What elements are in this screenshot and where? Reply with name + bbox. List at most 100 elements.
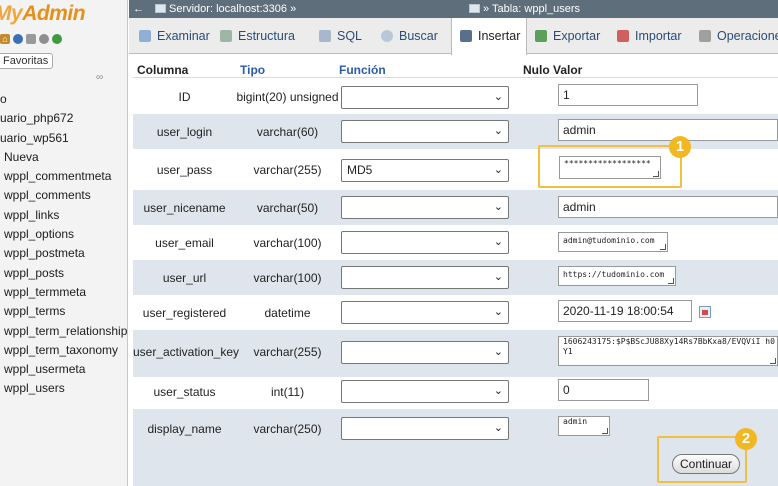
database-tree: o uario_php672 uario_wp561 Nueva wppl_co… (0, 90, 127, 399)
tree-item[interactable]: wppl_commentmeta (0, 167, 127, 186)
reload-icon[interactable] (52, 34, 62, 44)
home-icon[interactable]: ⌂ (0, 34, 10, 44)
tree-item[interactable]: wppl_postmeta (0, 244, 127, 263)
header-function[interactable]: Función (339, 63, 386, 77)
function-select[interactable]: ⌄ (341, 380, 509, 403)
column-type: varchar(255) (253, 345, 322, 359)
function-select[interactable]: ⌄ (341, 196, 509, 219)
step-badge-2: 2 (735, 428, 757, 450)
browse-icon (139, 30, 151, 42)
value-textarea[interactable]: admin (558, 416, 610, 436)
sql-icon (319, 30, 331, 42)
function-select[interactable]: ⌄ (341, 301, 509, 324)
documentation-icon[interactable] (26, 34, 36, 44)
tree-item[interactable]: wppl_terms (0, 302, 127, 321)
insert-icon (460, 30, 472, 42)
function-select[interactable]: ⌄ (341, 120, 509, 143)
link-icon[interactable]: ∞ (96, 72, 103, 83)
resize-handle-icon[interactable] (602, 428, 608, 434)
header-column: Columna (137, 63, 189, 77)
tab-insert[interactable]: Insertar (451, 18, 527, 55)
collapse-arrow-icon[interactable]: ← (133, 0, 144, 18)
logout-icon[interactable] (13, 34, 23, 44)
column-type: varchar(60) (256, 125, 319, 139)
table-row: user_activation_key varchar(255) ⌄ 16062… (133, 330, 778, 377)
tree-item[interactable]: wppl_links (0, 206, 127, 225)
value-textarea[interactable]: 1606243175:$P$BScJU88Xy14Rs7BbKxa8/EVQVi… (558, 336, 778, 366)
tab-bar: Examinar Estructura SQL Buscar Insertar … (129, 18, 778, 55)
phpmyadmin-logo[interactable]: MyAdmin (0, 2, 86, 26)
function-select[interactable]: ⌄ (341, 341, 509, 364)
tree-item[interactable]: wppl_options (0, 225, 127, 244)
function-select[interactable]: ⌄ (341, 86, 509, 109)
tab-structure[interactable]: Estructura (220, 18, 295, 54)
column-type: datetime (264, 306, 311, 320)
favorites-button[interactable]: Favoritas (0, 53, 54, 69)
breadcrumb: ← Servidor: localhost:3306 » » Tabla: wp… (129, 0, 778, 18)
column-type: varchar(100) (253, 236, 322, 250)
resize-handle-icon[interactable] (660, 244, 666, 250)
tree-item[interactable]: wppl_term_taxonomy (0, 341, 127, 360)
column-type: varchar(255) (253, 163, 322, 177)
tree-item[interactable]: wppl_usermeta (0, 360, 127, 379)
value-input[interactable]: 0 (558, 379, 649, 401)
function-select[interactable]: ⌄ (341, 417, 509, 440)
value-input[interactable]: admin (558, 196, 778, 218)
header-divider (133, 77, 778, 78)
breadcrumb-table[interactable]: » Tabla: wppl_users (469, 0, 580, 18)
tab-operations[interactable]: Operaciones (699, 18, 778, 54)
tree-item[interactable]: uario_php672 (0, 109, 127, 128)
column-name: user_email (155, 236, 214, 250)
tab-sql[interactable]: SQL (319, 18, 362, 54)
column-type: varchar(250) (253, 422, 322, 436)
tree-item-new[interactable]: Nueva (0, 148, 127, 167)
tab-export[interactable]: Exportar (535, 18, 600, 54)
column-name: user_nicename (143, 201, 226, 215)
tree-item[interactable]: o (0, 90, 127, 109)
tree-item[interactable]: uario_wp561 (0, 129, 127, 148)
chevron-down-icon: ⌄ (493, 422, 503, 434)
value-textarea[interactable]: https://tudominio.com (558, 266, 676, 286)
column-name: user_login (156, 125, 213, 139)
column-type: int(11) (270, 385, 305, 399)
chevron-down-icon: ⌄ (493, 125, 503, 137)
table-icon (469, 4, 480, 13)
chevron-down-icon: ⌄ (493, 385, 503, 397)
column-name: ID (178, 90, 191, 104)
tree-item[interactable]: wppl_users (0, 379, 127, 398)
chevron-down-icon: ⌄ (493, 164, 503, 176)
value-input[interactable]: admin (558, 119, 778, 141)
table-row: user_nicename varchar(50) ⌄ admin (133, 190, 778, 225)
tree-item[interactable]: wppl_posts (0, 264, 127, 283)
chevron-down-icon: ⌄ (493, 271, 503, 283)
tree-item[interactable]: wppl_term_relationships (0, 322, 127, 341)
export-icon (535, 30, 547, 42)
header-type[interactable]: Tipo (240, 63, 265, 77)
chevron-down-icon: ⌄ (493, 306, 503, 318)
tree-item[interactable]: wppl_termmeta (0, 283, 127, 302)
tab-import[interactable]: Importar (617, 18, 682, 54)
chevron-down-icon: ⌄ (493, 91, 503, 103)
navigation-sidebar: MyAdmin ⌂ Favoritas ∞ o uario_php672 uar… (0, 0, 128, 486)
datetime-input[interactable]: 2020-11-19 18:00:54 (558, 300, 692, 322)
value-textarea[interactable]: admin@tudominio.com (558, 232, 668, 252)
header-null: Nulo (523, 63, 550, 77)
tree-item[interactable]: wppl_comments (0, 186, 127, 205)
calendar-icon[interactable] (699, 306, 711, 318)
function-select[interactable]: ⌄ (341, 266, 509, 289)
value-input[interactable]: 1 (558, 84, 698, 106)
table-row: user_url varchar(100) ⌄ https://tudomini… (133, 260, 778, 295)
function-select[interactable]: ⌄ (341, 231, 509, 254)
tab-browse[interactable]: Examinar (139, 18, 210, 54)
resize-handle-icon[interactable] (770, 358, 776, 364)
breadcrumb-server[interactable]: Servidor: localhost:3306 » (155, 0, 296, 18)
column-type: varchar(50) (256, 201, 319, 215)
gear-icon[interactable] (39, 34, 49, 44)
step-badge-1: 1 (669, 136, 691, 158)
tab-search[interactable]: Buscar (381, 18, 438, 54)
sidebar-toolbar: ⌂ (0, 34, 62, 48)
resize-handle-icon[interactable] (668, 278, 674, 284)
column-name: user_status (153, 385, 216, 399)
function-select[interactable]: MD5 ⌄ (341, 159, 509, 182)
column-name: user_pass (156, 163, 213, 177)
